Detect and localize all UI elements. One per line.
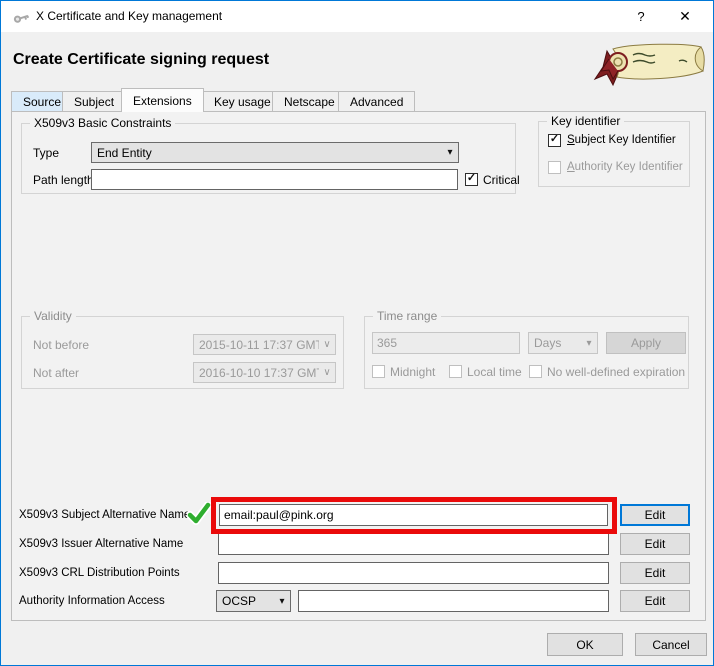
authority-key-identifier-label: Authority Key Identifier [567,161,683,173]
authority-info-access-combobox-value: OCSP [217,594,274,608]
tab-netscape[interactable]: Netscape [272,91,347,111]
local-time-checkbox [449,365,462,378]
title-bar: X Certificate and Key management ? ✕ [1,1,713,32]
authority-info-access-combobox[interactable]: OCSP ▾ [216,590,291,612]
critical-checkbox[interactable]: ✓ [465,173,478,186]
time-range-group-title: Time range [373,309,441,323]
dropdown-arrow-icon: ▾ [442,147,458,158]
time-range-amount-input [372,332,520,354]
time-range-unit-combobox: Days ▾ [528,332,598,354]
chevron-down-icon: ∨ [319,339,335,350]
tab-advanced[interactable]: Advanced [338,91,415,111]
not-before-value: 2015-10-11 17:37 GMT [194,338,319,352]
authority-info-access-label: Authority Information Access [19,595,165,607]
dropdown-arrow-icon: ▾ [581,338,597,349]
not-after-label: Not after [33,366,79,380]
midnight-checkbox [372,365,385,378]
subject-key-identifier-label: Subject Key Identifier [567,134,676,146]
tab-key-usage[interactable]: Key usage [202,91,283,111]
checkmark-icon: ✓ [466,173,477,184]
crl-distribution-points-input[interactable] [218,562,609,584]
issuer-alt-name-edit-button[interactable]: Edit [620,533,690,555]
xca-window: X Certificate and Key management ? ✕ Cre… [0,0,714,666]
tab-subject[interactable]: Subject [62,91,126,111]
path-length-input[interactable] [91,169,458,190]
type-combobox[interactable]: End Entity ▾ [91,142,459,163]
valid-check-icon [187,502,211,526]
midnight-label: Midnight [390,365,435,379]
no-expiration-label: No well-defined expiration [547,365,685,379]
cancel-button[interactable]: Cancel [635,633,707,656]
key-identifier-group: Key identifier [538,121,690,187]
critical-label: Critical [483,173,520,187]
authority-info-access-input[interactable] [298,590,609,612]
help-button[interactable]: ? [621,1,661,32]
authority-info-access-edit-button[interactable]: Edit [620,590,690,612]
issuer-alt-name-input[interactable] [218,533,609,555]
window-title: X Certificate and Key management [36,1,222,32]
dropdown-arrow-icon: ▾ [274,596,290,607]
not-before-label: Not before [33,338,89,352]
no-expiration-checkbox [529,365,542,378]
crl-distribution-points-label: X509v3 CRL Distribution Points [19,567,180,579]
key-identifier-group-title: Key identifier [547,114,624,128]
crl-distribution-points-edit-button[interactable]: Edit [620,562,690,584]
chevron-down-icon: ∨ [319,367,335,378]
subject-alt-name-label: X509v3 Subject Alternative Name [19,509,190,521]
time-range-unit-value: Days [529,336,581,350]
tab-extensions[interactable]: Extensions [121,88,204,112]
authority-key-identifier-checkbox [548,161,561,174]
local-time-label: Local time [467,365,522,379]
not-after-value: 2016-10-10 17:37 GMT [194,366,319,380]
page-title: Create Certificate signing request [13,51,269,69]
subject-alt-name-edit-button[interactable]: Edit [620,504,690,526]
issuer-alt-name-label: X509v3 Issuer Alternative Name [19,538,183,550]
subject-alt-name-input[interactable] [219,504,608,526]
path-length-label: Path length [33,173,94,187]
key-icon [13,9,30,24]
subject-key-identifier-checkbox[interactable]: ✓ [548,134,561,147]
apply-button: Apply [606,332,686,354]
not-before-combobox: 2015-10-11 17:37 GMT ∨ [193,334,336,355]
not-after-combobox: 2016-10-10 17:37 GMT ∨ [193,362,336,383]
type-label: Type [33,146,59,160]
validity-group-title: Validity [30,309,76,323]
checkmark-icon: ✓ [549,134,560,145]
type-combobox-value: End Entity [92,146,442,160]
basic-constraints-group-title: X509v3 Basic Constraints [30,116,175,130]
ok-button[interactable]: OK [547,633,623,656]
certificate-logo [593,41,705,89]
close-button[interactable]: ✕ [665,1,705,32]
